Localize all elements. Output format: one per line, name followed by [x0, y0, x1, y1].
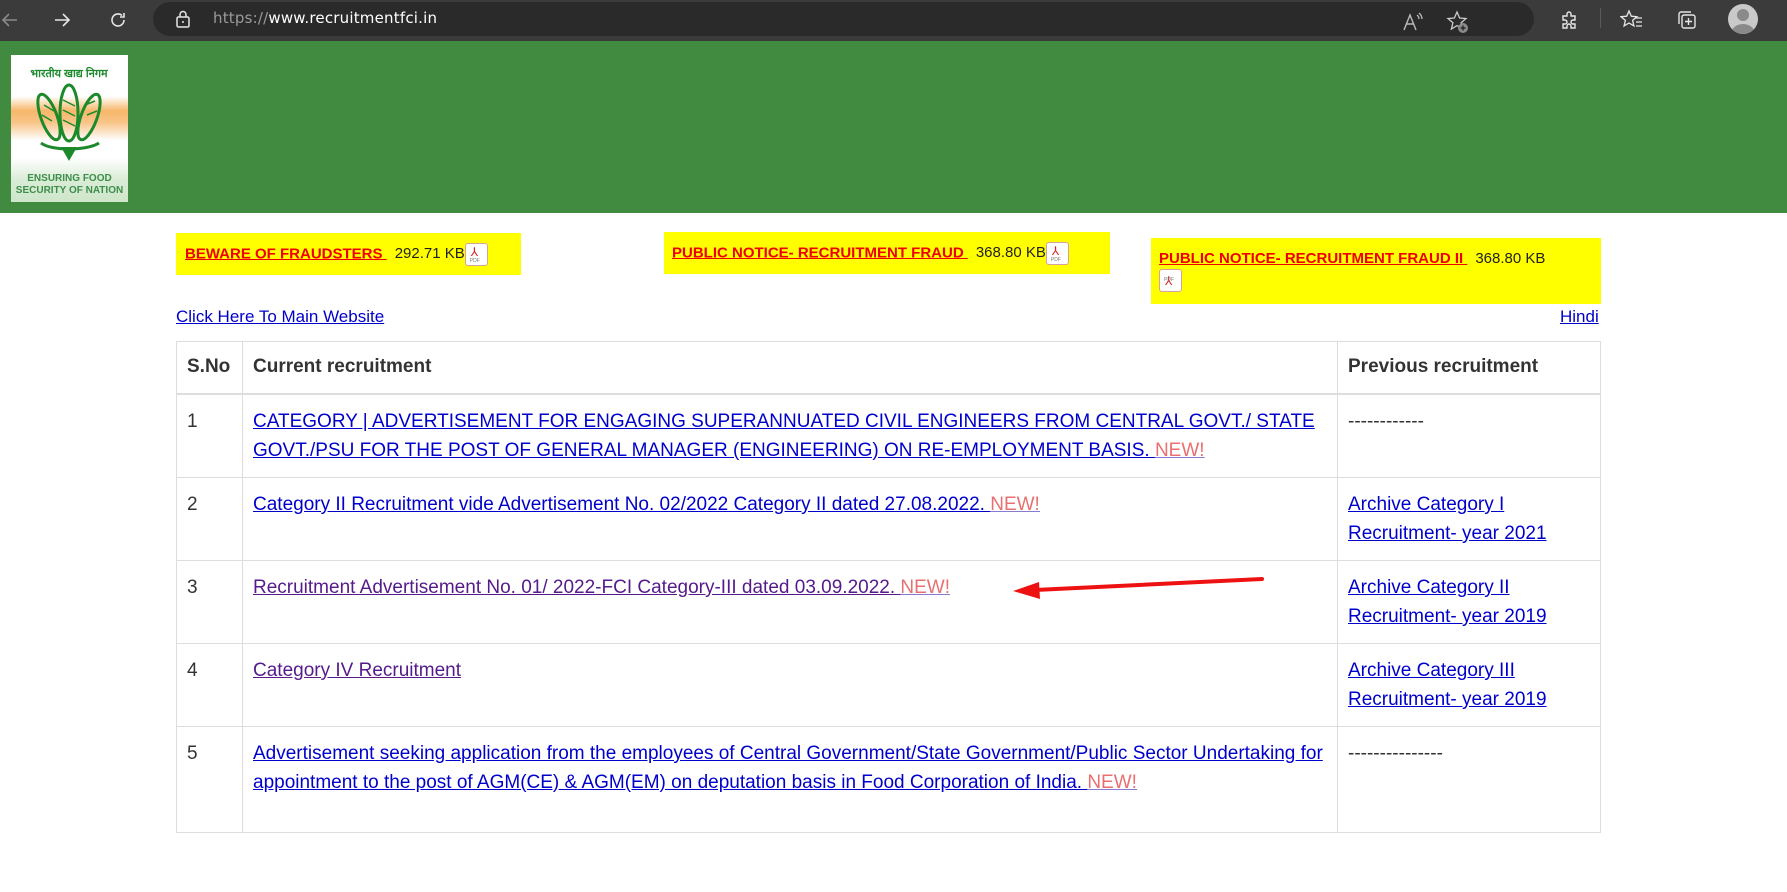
current-cell: Category IV Recruitment: [242, 643, 1338, 727]
previous-cell: Archive Category III Recruitment- year 2…: [1337, 643, 1601, 727]
pdf-icon[interactable]: ⅄ PDF: [1045, 242, 1069, 265]
red-arrow-annotation: [1013, 577, 1264, 599]
new-badge: NEW!: [1087, 772, 1137, 793]
table-row: 3 Recruitment Advertisement No. 01/ 2022…: [176, 560, 1601, 644]
fci-logo[interactable]: भारतीय खाद्य निगम ENSURING FOOD SECURITY…: [11, 55, 128, 202]
sno-cell: 1: [176, 393, 243, 478]
current-recruitment-link[interactable]: Category II Recruitment vide Advertiseme…: [253, 494, 1040, 515]
add-favorite-icon[interactable]: [1443, 7, 1473, 37]
header-sno: S.No: [176, 341, 243, 395]
previous-cell: Archive Category I Recruitment- year 202…: [1337, 477, 1601, 561]
pdf-icon[interactable]: ⅄ PDF: [1159, 269, 1182, 292]
forward-icon[interactable]: [46, 4, 78, 36]
hindi-link[interactable]: Hindi: [1560, 307, 1599, 327]
file-size: 368.80 KB: [1475, 250, 1546, 267]
recruitment-table: S.No Current recruitment Previous recrui…: [176, 341, 1601, 833]
archive-link[interactable]: Archive Category II Recruitment- year 20…: [1348, 577, 1547, 627]
table-header-row: S.No Current recruitment Previous recrui…: [176, 341, 1601, 395]
site-header: भारतीय खाद्य निगम ENSURING FOOD SECURITY…: [0, 41, 1787, 213]
toolbar-divider: [1600, 8, 1601, 28]
browser-toolbar: https://www.recruitmentfci.in: [0, 0, 1787, 41]
previous-cell: ------------: [1337, 393, 1601, 478]
logo-hindi-text: भारतीय खाद्य निगम: [30, 66, 108, 80]
lock-icon[interactable]: [175, 10, 191, 33]
back-icon[interactable]: [0, 4, 26, 36]
previous-cell: Archive Category II Recruitment- year 20…: [1337, 560, 1601, 644]
current-recruitment-link[interactable]: Advertisement seeking application from t…: [253, 743, 1323, 793]
notice-link[interactable]: PUBLIC NOTICE- RECRUITMENT FRAUD: [672, 244, 968, 261]
table-row: 4 Category IV Recruitment Archive Catego…: [176, 643, 1601, 727]
current-cell: Advertisement seeking application from t…: [242, 726, 1338, 833]
new-badge: NEW!: [990, 494, 1040, 515]
archive-link[interactable]: Archive Category I Recruitment- year 202…: [1348, 494, 1547, 544]
notice-fraudsters: BEWARE OF FRAUDSTERS 292.71 KB ⅄ PDF: [176, 233, 521, 275]
current-recruitment-link[interactable]: CATEGORY | ADVERTISEMENT FOR ENGAGING SU…: [253, 411, 1315, 461]
sno-cell: 4: [176, 643, 243, 727]
notice-recruitment-fraud-ii: PUBLIC NOTICE- RECRUITMENT FRAUD II 368.…: [1151, 238, 1601, 304]
archive-link[interactable]: Archive Category III Recruitment- year 2…: [1348, 660, 1547, 710]
table-row: 1 CATEGORY | ADVERTISEMENT FOR ENGAGING …: [176, 393, 1601, 478]
previous-cell: ---------------: [1337, 726, 1601, 833]
current-recruitment-link[interactable]: Recruitment Advertisement No. 01/ 2022-F…: [253, 577, 950, 598]
reload-icon[interactable]: [102, 4, 134, 36]
profile-avatar[interactable]: [1728, 4, 1758, 34]
sno-cell: 2: [176, 477, 243, 561]
table-row: 2 Category II Recruitment vide Advertise…: [176, 477, 1601, 561]
url-text[interactable]: https://www.recruitmentfci.in: [213, 9, 437, 27]
pdf-icon[interactable]: ⅄ PDF: [464, 243, 488, 266]
header-current: Current recruitment: [242, 341, 1338, 395]
file-size: 292.71 KB: [394, 245, 465, 263]
read-aloud-icon[interactable]: [1398, 7, 1428, 37]
new-badge: NEW!: [900, 577, 951, 598]
new-badge: NEW!: [1154, 440, 1205, 461]
logo-caption-line1: ENSURING FOOD: [27, 173, 112, 184]
logo-caption-line2: SECURITY OF NATION: [15, 185, 124, 196]
file-size: 368.80 KB: [975, 244, 1046, 262]
extensions-icon[interactable]: [1555, 5, 1585, 35]
table-row: 5 Advertisement seeking application from…: [176, 726, 1601, 833]
sno-cell: 3: [176, 560, 243, 644]
notice-recruitment-fraud: PUBLIC NOTICE- RECRUITMENT FRAUD 368.80 …: [664, 232, 1110, 274]
address-bar[interactable]: https://www.recruitmentfci.in: [153, 2, 1534, 36]
notice-link[interactable]: BEWARE OF FRAUDSTERS: [185, 245, 387, 262]
main-website-link[interactable]: Click Here To Main Website: [176, 307, 384, 327]
current-cell: Category II Recruitment vide Advertiseme…: [242, 477, 1338, 561]
sno-cell: 5: [176, 726, 243, 833]
current-recruitment-link[interactable]: Category IV Recruitment: [253, 660, 461, 681]
collections-icon[interactable]: [1672, 5, 1702, 35]
header-previous: Previous recruitment: [1337, 341, 1601, 395]
favorites-icon[interactable]: [1617, 5, 1647, 35]
current-cell: CATEGORY | ADVERTISEMENT FOR ENGAGING SU…: [242, 393, 1338, 478]
wheat-emblem-icon: भारतीय खाद्य निगम: [30, 66, 108, 161]
notice-link[interactable]: PUBLIC NOTICE- RECRUITMENT FRAUD II: [1159, 250, 1467, 267]
